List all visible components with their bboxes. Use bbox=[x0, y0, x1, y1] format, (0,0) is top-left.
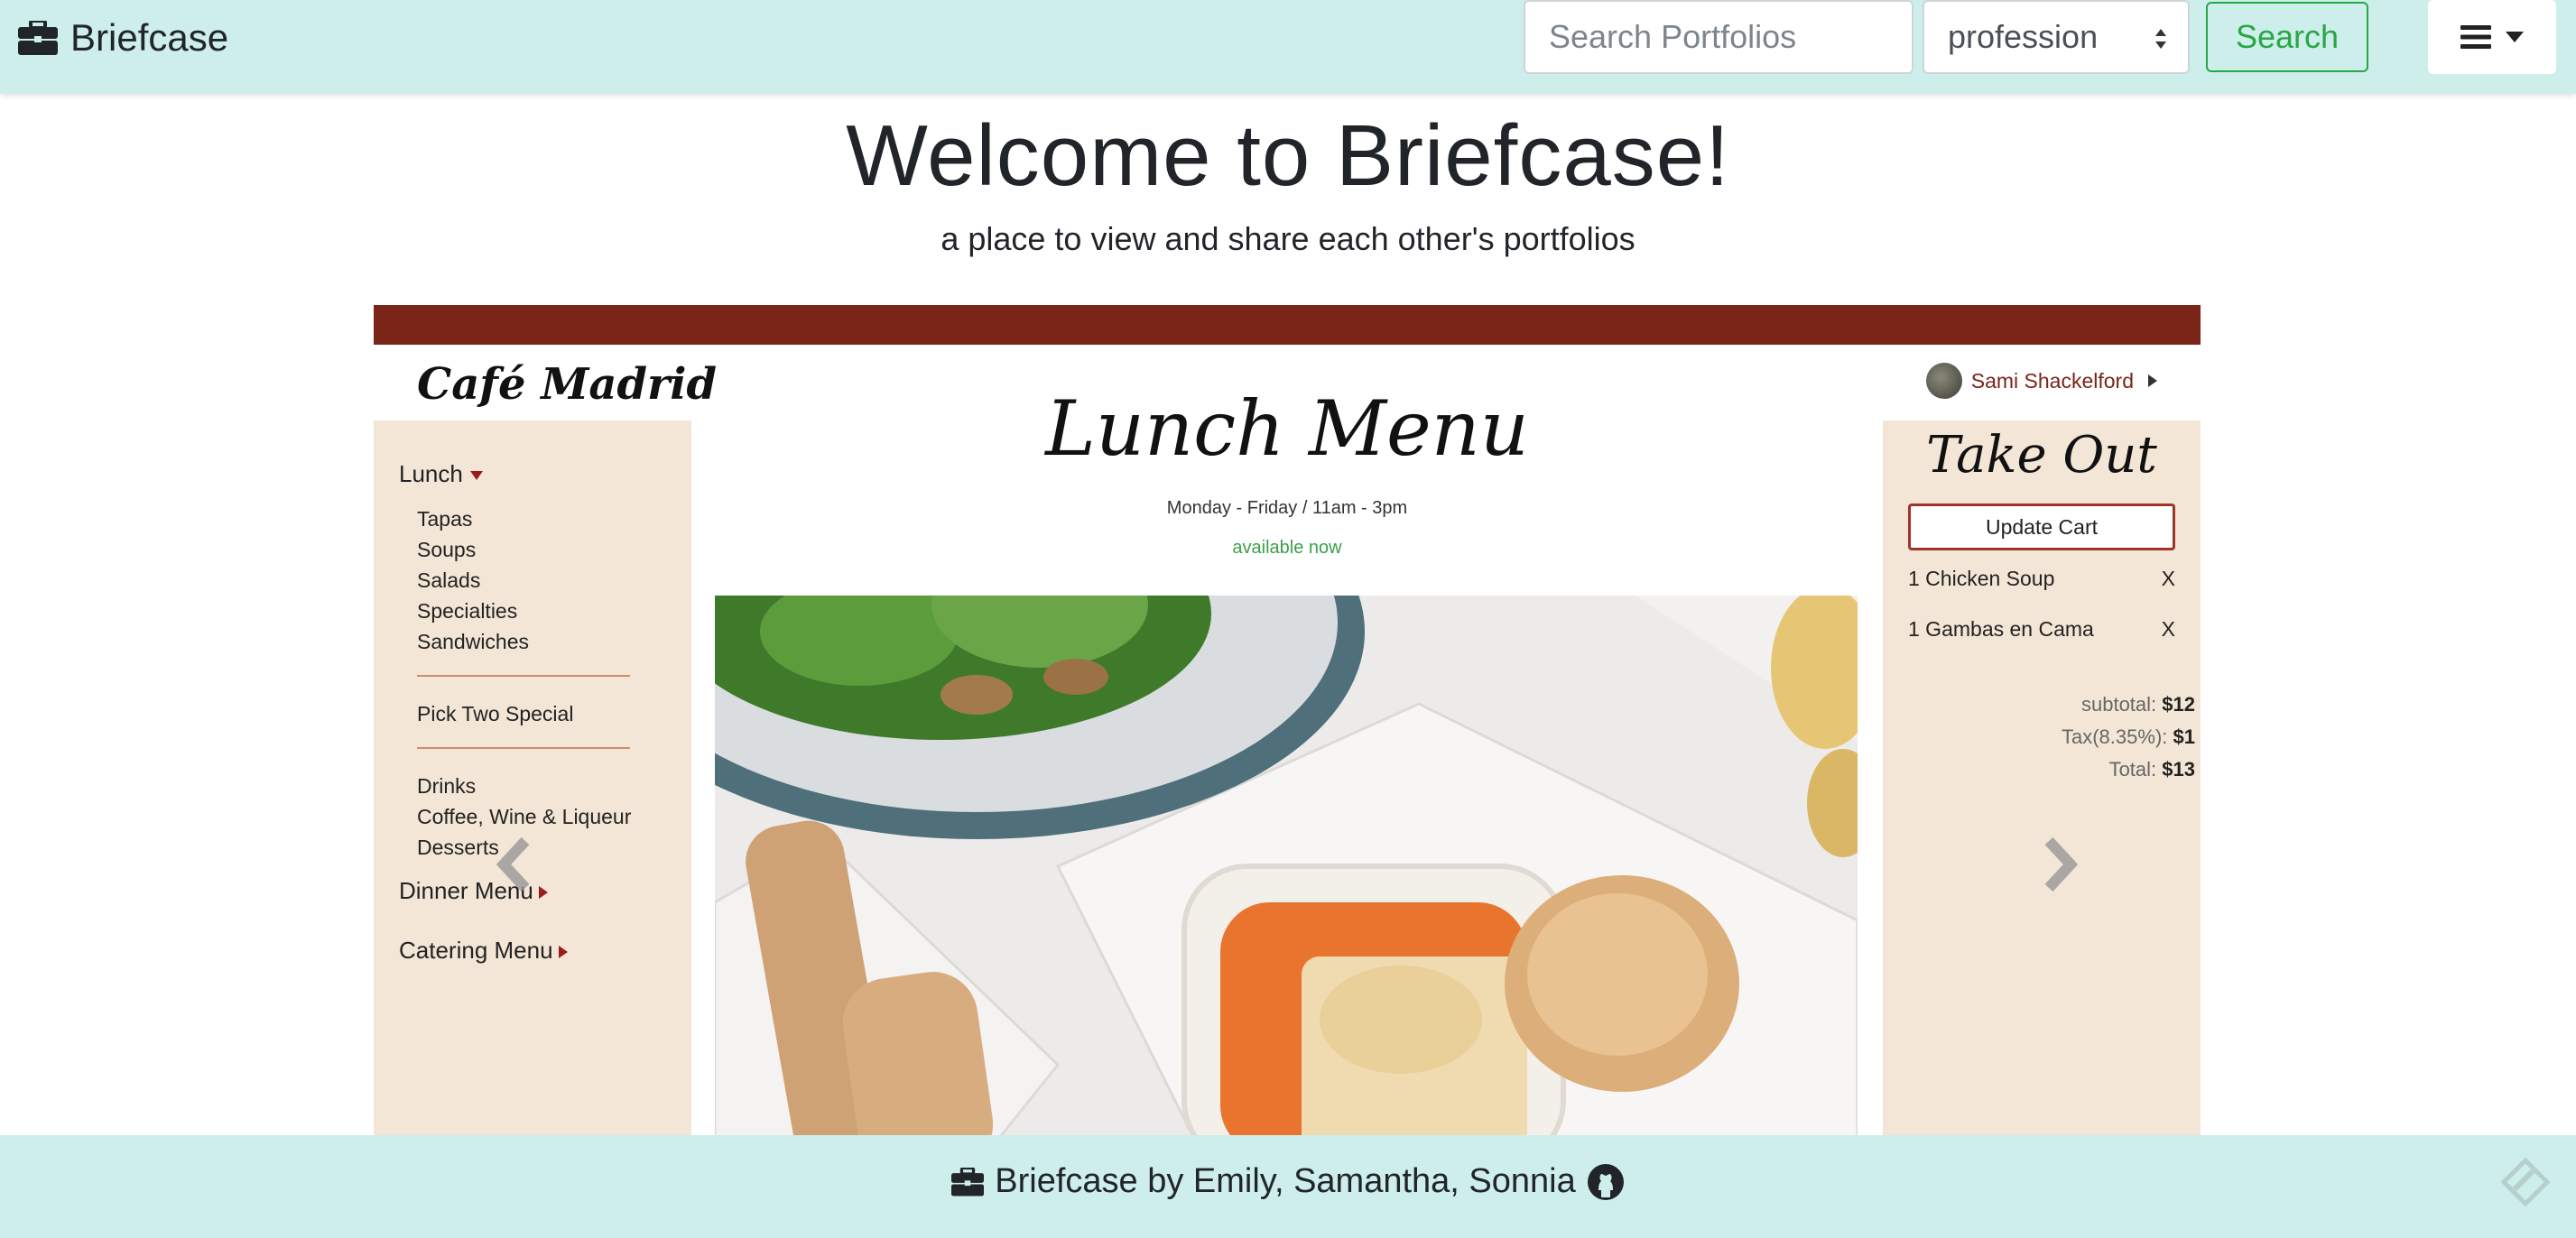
slide-menu-item: Salads bbox=[417, 568, 481, 592]
slide-tax: Tax(8.35%): $1 bbox=[1924, 725, 2195, 749]
navbar: Briefcase profession Search bbox=[0, 0, 2576, 94]
slide-tax-label: Tax(8.35%): bbox=[2062, 725, 2168, 748]
divider bbox=[417, 675, 630, 677]
slide-total: Total: $13 bbox=[1924, 758, 2195, 781]
caret-down-icon bbox=[469, 471, 483, 481]
footer-credits: Briefcase by Emily, Samantha, Sonnia bbox=[0, 1162, 2576, 1201]
slide-subtotal-value: $12 bbox=[2162, 693, 2195, 716]
avatar bbox=[1925, 363, 1962, 399]
chevron-left-icon[interactable] bbox=[487, 828, 542, 901]
footer-text: Briefcase by Emily, Samantha, Sonnia bbox=[995, 1162, 1576, 1200]
slide-user: Sami Shackelford bbox=[1925, 363, 2157, 399]
page-title: Welcome to Briefcase! bbox=[846, 107, 1730, 204]
slide-cart-item-label: 1 Chicken Soup bbox=[1908, 567, 2055, 590]
search-input[interactable] bbox=[1524, 0, 1913, 74]
caret-right-icon bbox=[558, 946, 568, 959]
slide-total-value: $13 bbox=[2162, 758, 2195, 781]
slide-update-cart-button: Update Cart bbox=[1908, 504, 2175, 550]
caret-right-icon bbox=[2148, 374, 2157, 387]
footer: Briefcase by Emily, Samantha, Sonnia bbox=[0, 1135, 2576, 1238]
slide-menu-item: Specialties bbox=[417, 599, 518, 623]
food-photo-image bbox=[715, 596, 1858, 1135]
slide-menu-item: Soups bbox=[417, 538, 477, 561]
search-button[interactable]: Search bbox=[2206, 2, 2368, 72]
slide-menu-item: Coffee, Wine & Liqueur bbox=[417, 805, 632, 828]
briefcase-icon bbox=[951, 1167, 985, 1196]
hamburger-icon bbox=[2460, 25, 2491, 49]
brand-name: Briefcase bbox=[70, 16, 229, 59]
slide-food-photo bbox=[715, 596, 1858, 1135]
slide-menu-lunch: Lunch bbox=[399, 460, 483, 488]
search-filter-value: profession bbox=[1948, 18, 2099, 55]
search-filter-select[interactable]: profession bbox=[1923, 0, 2190, 74]
page-subtitle: a place to view and share each other's p… bbox=[941, 220, 1635, 257]
slide-menu-item: Tapas bbox=[417, 507, 473, 531]
slide-menu-special: Pick Two Special bbox=[417, 702, 574, 725]
portfolio-carousel[interactable]: Café Madrid Sami Shackelford Lunch Tapas… bbox=[374, 305, 2201, 1135]
caret-down-icon bbox=[2506, 32, 2524, 42]
slide-cart-item-label: 1 Gambas en Cama bbox=[1908, 617, 2094, 641]
slide-subtotal-label: subtotal: bbox=[2080, 693, 2157, 716]
chevron-right-icon[interactable] bbox=[2033, 828, 2087, 901]
briefcase-icon bbox=[18, 21, 58, 55]
slide-menu-lunch-label: Lunch bbox=[399, 460, 463, 487]
slide-total-label: Total: bbox=[2108, 758, 2157, 781]
slide-cart-item: 1 Gambas en Cama X bbox=[1908, 617, 2175, 642]
slide-cart-remove: X bbox=[2161, 617, 2175, 641]
divider bbox=[417, 747, 630, 749]
slide-tax-value: $1 bbox=[2173, 725, 2195, 748]
slide-menu-item: Drinks bbox=[417, 774, 477, 798]
select-arrows-icon bbox=[2155, 29, 2166, 49]
slide-menu-catering: Catering Menu bbox=[399, 937, 568, 965]
menu-toggle-button[interactable] bbox=[2428, 0, 2556, 74]
github-icon[interactable] bbox=[1587, 1163, 1625, 1201]
slide-cart-remove: X bbox=[2161, 567, 2175, 590]
slide-takeout-title: Take Out bbox=[1926, 426, 2157, 485]
slide-menu-item: Sandwiches bbox=[417, 630, 530, 653]
slide-page-title: Lunch Menu bbox=[1045, 384, 1529, 473]
slide-cart-item: 1 Chicken Soup X bbox=[1908, 567, 2175, 591]
slide-top-bar bbox=[374, 305, 2201, 345]
slide-user-name: Sami Shackelford bbox=[1970, 368, 2134, 393]
feedback-icon[interactable] bbox=[2498, 1155, 2553, 1209]
slide-menu-catering-label: Catering Menu bbox=[399, 937, 553, 964]
slide-availability: available now bbox=[1232, 538, 1342, 558]
slide-hours: Monday - Friday / 11am - 3pm bbox=[1166, 498, 1408, 518]
slide-logo: Café Madrid bbox=[417, 359, 718, 410]
brand-link[interactable]: Briefcase bbox=[18, 14, 228, 61]
slide-subtotal: subtotal: $12 bbox=[1924, 693, 2195, 716]
